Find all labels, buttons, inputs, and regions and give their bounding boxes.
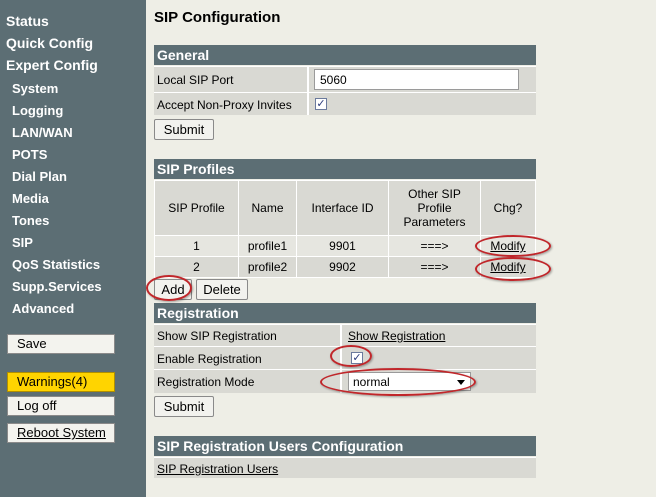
cell-name: profile2 (238, 256, 297, 278)
show-registration-label: Show SIP Registration (157, 329, 277, 343)
general-submit-button[interactable]: Submit (154, 119, 214, 140)
cell-params-link[interactable]: ===> (388, 256, 481, 278)
local-sip-port-row: Local SIP Port (154, 66, 536, 92)
row-separator (340, 370, 342, 393)
registration-mode-row: Registration Mode normal (154, 369, 536, 393)
enable-registration-row: Enable Registration ✓ (154, 346, 536, 369)
delete-profile-button[interactable]: Delete (196, 279, 248, 300)
table-row: 1 profile1 9901 ===> Modify (154, 235, 536, 257)
enable-registration-label: Enable Registration (157, 352, 262, 366)
nav-supp-services[interactable]: Supp.Services (12, 279, 102, 294)
col-name: Name (238, 180, 297, 236)
save-button[interactable]: Save (7, 334, 115, 354)
cell-sip-profile: 2 (154, 256, 239, 278)
nav-qos-statistics[interactable]: QoS Statistics (12, 257, 100, 272)
registration-mode-select[interactable]: normal (348, 372, 471, 391)
page-title: SIP Configuration (154, 9, 281, 26)
table-row: 2 profile2 9902 ===> Modify (154, 256, 536, 278)
registration-mode-label: Registration Mode (157, 375, 255, 389)
sip-registration-users-link[interactable]: SIP Registration Users (157, 462, 278, 476)
reboot-system-button[interactable]: Reboot System (7, 423, 115, 443)
nav-media[interactable]: Media (12, 191, 49, 206)
registration-submit-button[interactable]: Submit (154, 396, 214, 417)
nav-sip[interactable]: SIP (12, 235, 33, 250)
reboot-system-label: Reboot System (17, 425, 106, 440)
cell-chg: Modify (480, 256, 536, 278)
col-interface-id: Interface ID (296, 180, 389, 236)
nav-status[interactable]: Status (6, 13, 49, 29)
add-profile-button[interactable]: Add (154, 279, 192, 300)
cell-interface-id: 9901 (296, 235, 389, 257)
cell-interface-id: 9902 (296, 256, 389, 278)
nav-dial-plan[interactable]: Dial Plan (12, 169, 67, 184)
nav-lan-wan[interactable]: LAN/WAN (12, 125, 73, 140)
cell-name: profile1 (238, 235, 297, 257)
main-content: SIP Configuration General Local SIP Port… (146, 0, 656, 497)
accept-invites-row: Accept Non-Proxy Invites ✓ (154, 92, 536, 115)
col-sip-profile: SIP Profile (154, 180, 239, 236)
row-separator (307, 67, 309, 92)
nav-tones[interactable]: Tones (12, 213, 49, 228)
cell-chg: Modify (480, 235, 536, 257)
nav-pots[interactable]: POTS (12, 147, 47, 162)
show-registration-link[interactable]: Show Registration (348, 329, 445, 343)
row-separator (307, 93, 309, 115)
nav-logging[interactable]: Logging (12, 103, 63, 118)
sip-profiles-heading: SIP Profiles (154, 159, 536, 179)
nav-expert-config[interactable]: Expert Config (6, 57, 98, 73)
accept-invites-label: Accept Non-Proxy Invites (157, 98, 292, 112)
chevron-down-icon (457, 380, 465, 385)
cell-sip-profile: 1 (154, 235, 239, 257)
row-separator (340, 347, 342, 369)
modify-link[interactable]: Modify (490, 239, 525, 253)
sidebar: Status Quick Config Expert Config System… (0, 0, 146, 497)
accept-invites-checkbox[interactable]: ✓ (315, 98, 327, 110)
registration-heading: Registration (154, 303, 536, 323)
show-registration-row: Show SIP Registration Show Registration (154, 324, 536, 346)
nav-system[interactable]: System (12, 81, 58, 96)
general-heading: General (154, 45, 536, 65)
cell-params-link[interactable]: ===> (388, 235, 481, 257)
users-link-row: SIP Registration Users (154, 457, 536, 478)
local-sip-port-label: Local SIP Port (157, 73, 234, 87)
modify-link[interactable]: Modify (490, 260, 525, 274)
nav-advanced[interactable]: Advanced (12, 301, 74, 316)
warnings-button[interactable]: Warnings(4) (7, 372, 115, 392)
row-separator (340, 325, 342, 346)
registration-mode-value: normal (353, 375, 390, 389)
local-sip-port-input[interactable] (314, 69, 519, 90)
logoff-button[interactable]: Log off (7, 396, 115, 416)
col-chg: Chg? (480, 180, 536, 236)
enable-registration-checkbox[interactable]: ✓ (351, 352, 363, 364)
nav-quick-config[interactable]: Quick Config (6, 35, 93, 51)
col-other-params: Other SIP Profile Parameters (388, 180, 481, 236)
users-config-heading: SIP Registration Users Configuration (154, 436, 536, 456)
sip-profiles-table: SIP Profile Name Interface ID Other SIP … (154, 180, 536, 278)
